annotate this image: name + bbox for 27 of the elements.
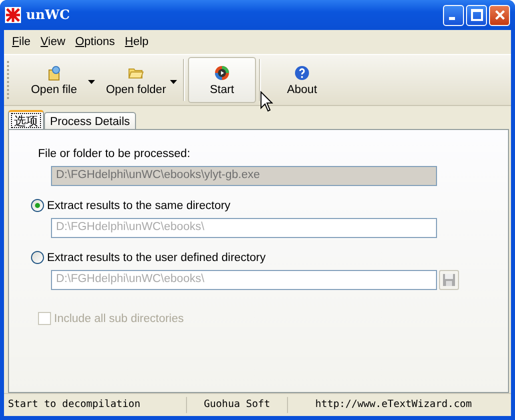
toolbar-button[interactable]: Open folder	[98, 57, 180, 103]
source-label: File or folder to be processed:	[38, 148, 192, 160]
maximize-button[interactable]	[466, 4, 487, 26]
tab[interactable]: 选项	[8, 110, 44, 131]
close-icon	[494, 9, 506, 21]
minimize-button[interactable]	[443, 4, 464, 26]
window-title: unWC	[26, 8, 71, 22]
help-icon	[294, 64, 310, 80]
menu-item[interactable]: Options	[70, 36, 120, 48]
menu-item[interactable]: Help	[120, 36, 154, 48]
play-icon	[214, 64, 230, 80]
radio-option[interactable]: Extract results to the same directory	[31, 199, 508, 212]
menu-item[interactable]: View	[36, 36, 70, 48]
status-text: http://www.eTextWizard.com	[314, 398, 473, 412]
menu-item[interactable]: File	[7, 36, 36, 48]
dropdown-arrow-icon	[88, 80, 95, 84]
toolbar-button[interactable]: Start	[188, 57, 256, 103]
app-logo-icon	[5, 7, 21, 23]
toolbar-button[interactable]: Open file	[16, 57, 98, 103]
status-text: Guohua Soft	[187, 397, 288, 413]
dropdown-arrow-icon	[170, 80, 177, 84]
status-text: Start to decompilation	[4, 397, 187, 413]
maximize-icon	[470, 9, 482, 21]
radio-option[interactable]: Extract results to the user defined directory	[31, 251, 508, 264]
document-icon	[46, 64, 62, 80]
close-button[interactable]	[489, 4, 510, 26]
minimize-icon	[448, 16, 454, 20]
